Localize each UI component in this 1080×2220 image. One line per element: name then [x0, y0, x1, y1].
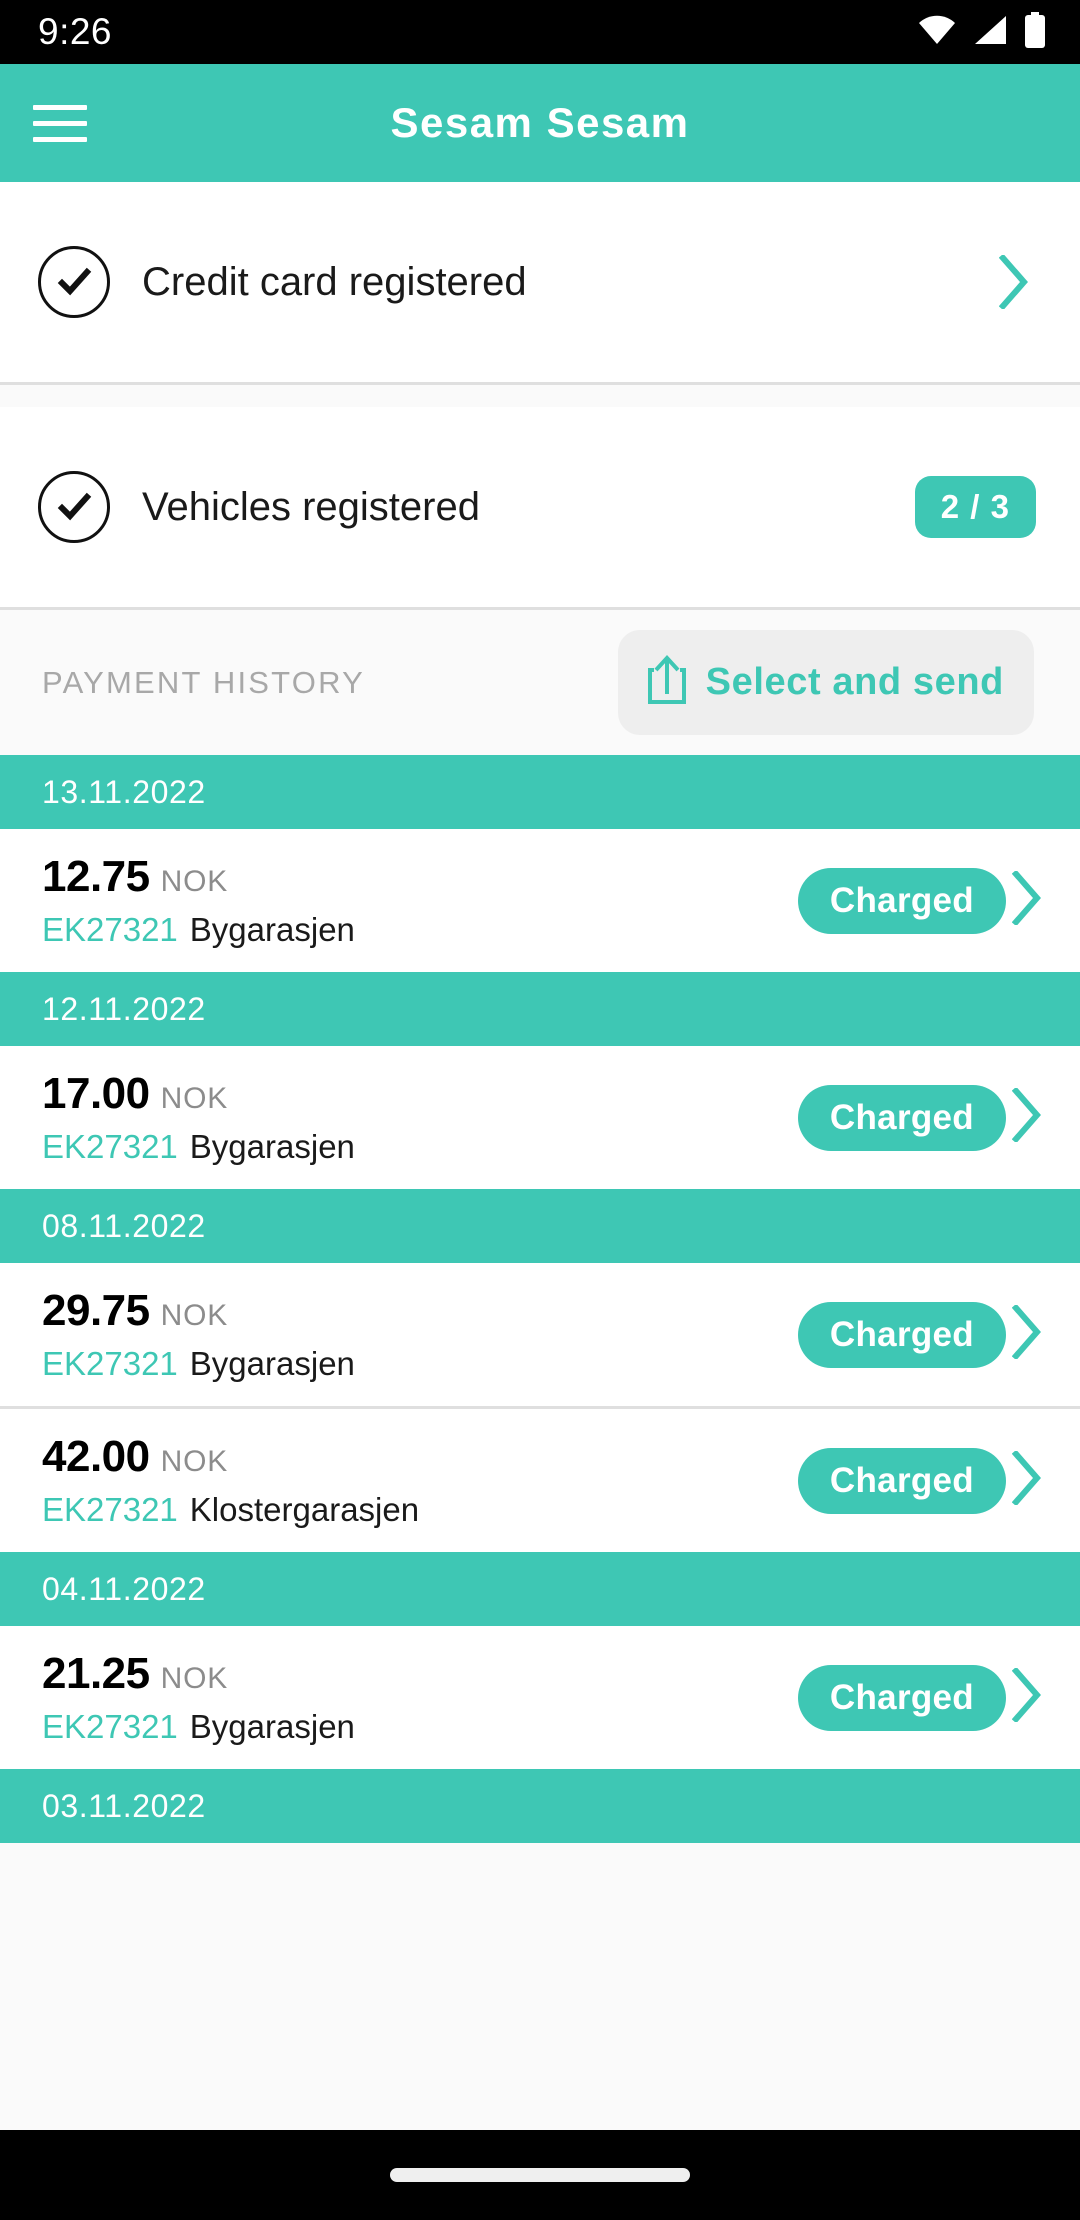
status-bar-icons [918, 11, 1046, 53]
transaction-amount-row: 12.75 NOK [42, 852, 798, 902]
section-gap [0, 385, 1080, 407]
date-label: 13.11.2022 [42, 773, 206, 810]
date-group-header: 08.11.2022 [0, 1189, 1080, 1263]
date-label: 12.11.2022 [42, 990, 206, 1027]
vehicle-plate: EK27321 [42, 1708, 178, 1745]
page-title: Sesam Sesam [390, 99, 690, 146]
transaction-subtitle: EK27321 Bygarasjen [42, 1345, 798, 1383]
location-name: Bygarasjen [189, 1708, 355, 1745]
transaction-subtitle: EK27321 Bygarasjen [42, 1128, 798, 1166]
chevron-right-icon[interactable] [1011, 1086, 1042, 1147]
date-label: 03.11.2022 [42, 1787, 206, 1824]
transaction-amount-row: 42.00 NOK [42, 1432, 798, 1482]
transaction-subtitle: EK27321 Klostergarasjen [42, 1491, 798, 1529]
status-badge: Charged [797, 1664, 1006, 1731]
check-circle-icon [38, 471, 110, 543]
table-row[interactable]: 17.00 NOK EK27321 Bygarasjen Charged [0, 1046, 1080, 1189]
chevron-right-icon[interactable] [1011, 1449, 1042, 1510]
transaction-currency: NOK [160, 1082, 229, 1115]
transaction-currency: NOK [160, 1299, 229, 1332]
transaction-details: 17.00 NOK EK27321 Bygarasjen [42, 1069, 798, 1166]
phone-screen: 9:26 Sesam Sesam Credit card registered … [0, 0, 1080, 2220]
table-row[interactable]: 12.75 NOK EK27321 Bygarasjen Charged [0, 829, 1080, 972]
transaction-amount-row: 17.00 NOK [42, 1069, 798, 1119]
vehicle-plate: EK27321 [42, 1491, 178, 1528]
home-gesture-pill[interactable] [390, 2168, 690, 2182]
status-row-label: Vehicles registered [142, 484, 480, 529]
status-bar-clock: 9:26 [38, 11, 113, 52]
chevron-right-icon[interactable] [1011, 869, 1042, 930]
wifi-icon [918, 15, 956, 50]
status-badge: Charged [797, 1084, 1006, 1151]
transaction-status-area: Charged [797, 867, 1042, 934]
vehicle-count-badge: 2 / 3 [914, 476, 1036, 538]
select-and-send-button[interactable]: Select and send [617, 630, 1034, 735]
vehicle-plate: EK27321 [42, 911, 178, 948]
date-label: 04.11.2022 [42, 1570, 206, 1607]
system-navigation-bar [0, 2130, 1080, 2220]
transaction-status-area: Charged [797, 1301, 1042, 1368]
transaction-details: 21.25 NOK EK27321 Bygarasjen [42, 1649, 798, 1746]
payment-history-title: PAYMENT HISTORY [42, 664, 365, 700]
app-bar: Sesam Sesam [0, 64, 1080, 182]
vehicle-plate: EK27321 [42, 1128, 178, 1165]
transaction-amount: 21.25 [42, 1649, 150, 1698]
hamburger-bar [33, 136, 87, 142]
signal-icon [973, 15, 1007, 50]
payment-history-header: PAYMENT HISTORY Select and send [0, 610, 1080, 755]
status-badge: Charged [797, 867, 1006, 934]
location-name: Klostergarasjen [189, 1491, 420, 1528]
transaction-subtitle: EK27321 Bygarasjen [42, 1708, 798, 1746]
location-name: Bygarasjen [189, 911, 355, 948]
status-row-vehicles[interactable]: Vehicles registered 2 / 3 [0, 407, 1080, 607]
hamburger-menu-icon[interactable] [33, 104, 87, 142]
transaction-currency: NOK [160, 865, 229, 898]
chevron-right-icon[interactable] [1011, 1666, 1042, 1727]
status-bar: 9:26 [0, 0, 1080, 64]
transaction-details: 29.75 NOK EK27321 Bygarasjen [42, 1286, 798, 1383]
table-row[interactable]: 42.00 NOK EK27321 Klostergarasjen Charge… [0, 1409, 1080, 1552]
vehicle-plate: EK27321 [42, 1345, 178, 1382]
scroll-content: Credit card registered Vehicles register… [0, 182, 1080, 2130]
share-upload-icon [644, 654, 690, 711]
table-row[interactable]: 29.75 NOK EK27321 Bygarasjen Charged [0, 1263, 1080, 1406]
transaction-status-area: Charged [797, 1084, 1042, 1151]
transaction-amount: 12.75 [42, 852, 150, 901]
hamburger-bar [33, 104, 87, 110]
chevron-right-icon[interactable] [1011, 1303, 1042, 1364]
transaction-amount-row: 29.75 NOK [42, 1286, 798, 1336]
transaction-details: 42.00 NOK EK27321 Klostergarasjen [42, 1432, 798, 1529]
transaction-currency: NOK [160, 1662, 229, 1695]
select-and-send-label: Select and send [705, 661, 1004, 703]
battery-icon [1024, 11, 1046, 53]
transaction-status-area: Charged [797, 1447, 1042, 1514]
transaction-amount-row: 21.25 NOK [42, 1649, 798, 1699]
date-group-header: 04.11.2022 [0, 1552, 1080, 1626]
transaction-subtitle: EK27321 Bygarasjen [42, 911, 798, 949]
status-row-credit-card[interactable]: Credit card registered [0, 182, 1080, 382]
status-badge: Charged [797, 1447, 1006, 1514]
transaction-details: 12.75 NOK EK27321 Bygarasjen [42, 852, 798, 949]
hamburger-bar [33, 120, 87, 126]
check-circle-icon [38, 246, 110, 318]
status-row-label: Credit card registered [142, 259, 527, 304]
date-group-header: 03.11.2022 [0, 1769, 1080, 1843]
location-name: Bygarasjen [189, 1345, 355, 1382]
transaction-currency: NOK [160, 1445, 229, 1478]
transaction-amount: 29.75 [42, 1286, 150, 1335]
date-label: 08.11.2022 [42, 1207, 206, 1244]
transaction-status-area: Charged [797, 1664, 1042, 1731]
transaction-amount: 17.00 [42, 1069, 150, 1118]
table-row[interactable]: 21.25 NOK EK27321 Bygarasjen Charged [0, 1626, 1080, 1769]
date-group-header: 13.11.2022 [0, 755, 1080, 829]
date-group-header: 12.11.2022 [0, 972, 1080, 1046]
transaction-amount: 42.00 [42, 1432, 150, 1481]
status-badge: Charged [797, 1301, 1006, 1368]
location-name: Bygarasjen [189, 1128, 355, 1165]
chevron-right-icon[interactable] [986, 255, 1042, 309]
